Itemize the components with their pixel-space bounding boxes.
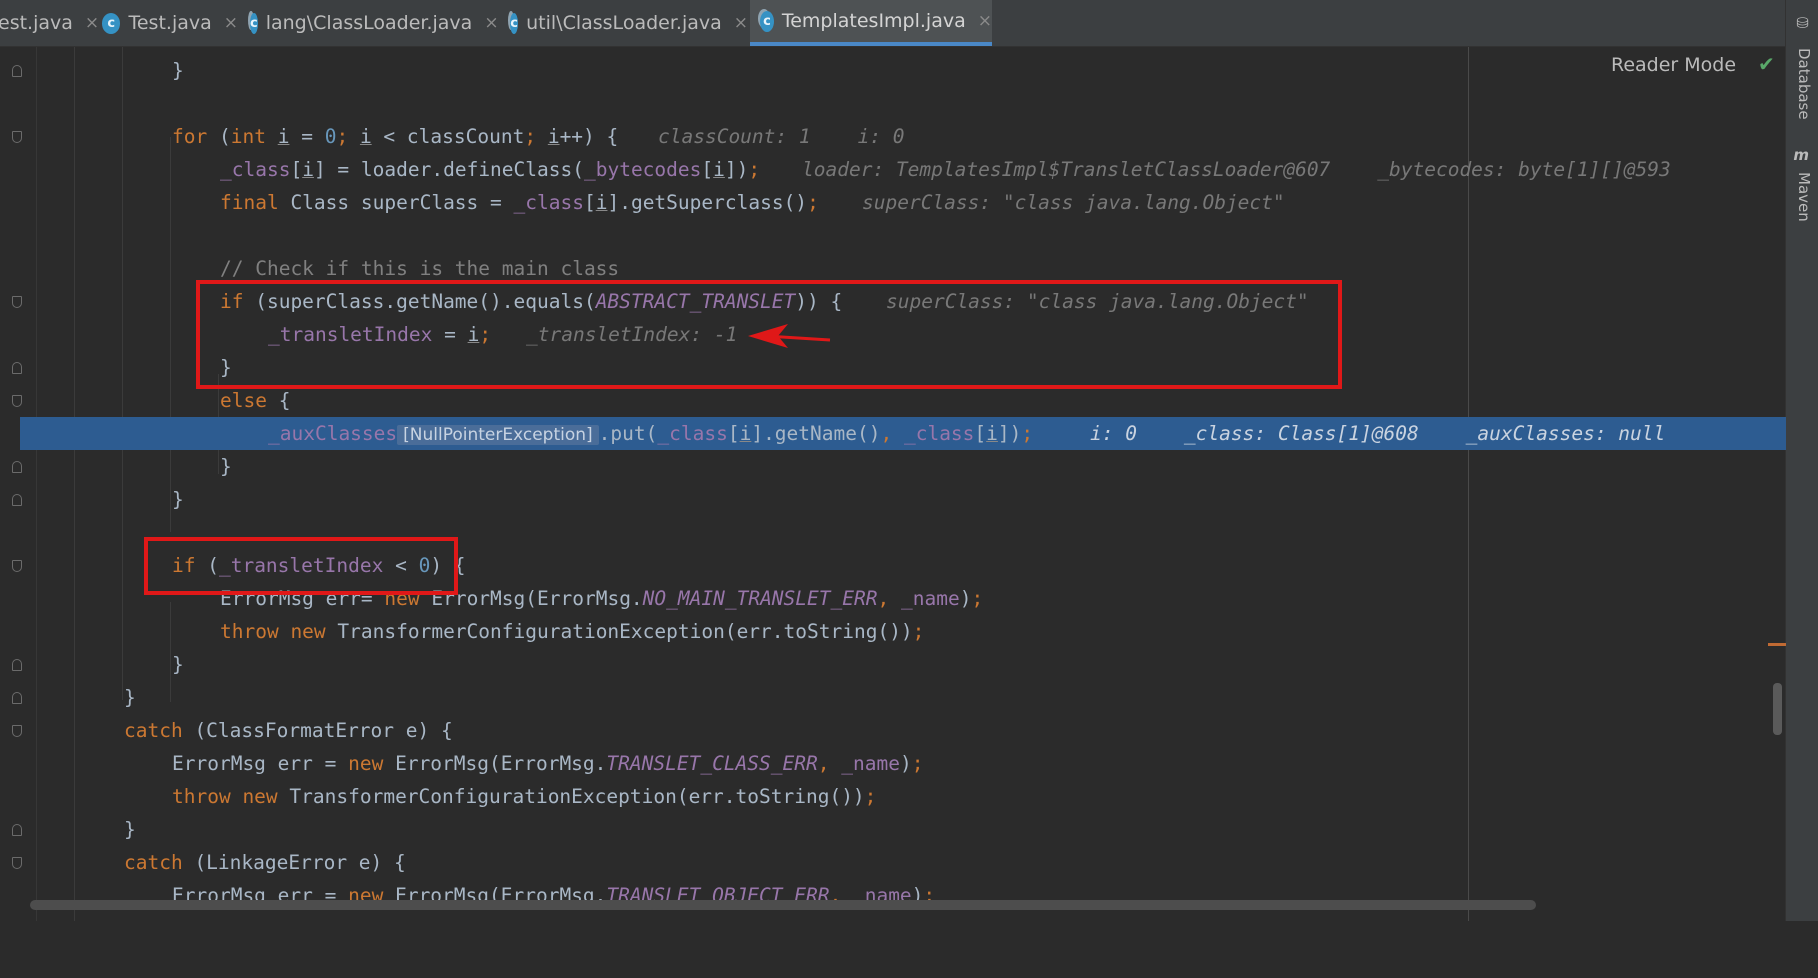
code-text: for (int i = 0; i < classCount; i++) { [172,125,619,148]
tab-templatesimpl[interactable]: c TemplatesImpl.java × [750,0,992,46]
fold-marker[interactable] [12,395,22,407]
fold-marker[interactable] [12,857,22,869]
code-text: _class[i] = loader.defineClass(_bytecode… [220,158,761,181]
editor-tab-bar: est.java × c Test.java × c lang\ClassLoa… [0,0,1786,47]
code-line: } [0,648,1786,681]
annotation-box-translet-check [144,537,458,595]
annotation-arrow-icon [748,324,831,348]
code-text: catch (LinkageError e) { [124,851,406,874]
close-icon[interactable]: × [224,13,238,33]
fold-marker[interactable] [12,725,22,737]
code-text: _auxClasses [NullPointerException] .put(_c… [268,422,1034,445]
code-line: } [0,483,1786,516]
database-icon: ⛁ [1796,14,1809,32]
tab-util-classloader[interactable]: c util\ClassLoader.java × [500,0,748,46]
debug-inline-value: classCount: 1 i: 0 [658,125,905,148]
fold-marker[interactable] [12,692,22,704]
right-tool-strip: ⛁ Database m Maven [1785,0,1818,921]
code-text: throw new TransformerConfigurationExcept… [220,620,925,643]
code-text: } [220,455,232,478]
tab-label: lang\ClassLoader.java [265,12,473,34]
class-icon: c [102,12,121,34]
fold-marker[interactable] [12,494,22,506]
horizontal-scrollbar[interactable] [30,900,1536,910]
tab-lang-classloader[interactable]: c lang\ClassLoader.java × [240,0,499,46]
code-text: } [124,686,136,709]
fold-marker[interactable] [12,296,22,308]
tab-label: Test.java [128,12,212,34]
error-stripe-mark[interactable] [1768,643,1786,646]
tab-test-partial[interactable]: est.java × [0,0,99,46]
code-line: } [0,450,1786,483]
code-text: } [124,818,136,841]
code-line: ErrorMsg err = new ErrorMsg(ErrorMsg.TRA… [0,747,1786,780]
tab-label: TemplatesImpl.java [781,10,966,32]
fold-marker[interactable] [12,824,22,836]
code-line: catch (ClassFormatError e) { [0,714,1786,747]
fold-marker[interactable] [12,362,22,374]
library-class-icon: c [250,12,258,34]
library-class-icon: c [760,10,774,32]
close-icon[interactable]: × [734,13,748,33]
library-class-icon: c [510,12,519,34]
tab-label: util\ClassLoader.java [526,12,722,34]
code-editor[interactable]: } for (int i = 0; i < classCount; i++) {… [0,47,1786,921]
exception-badge[interactable]: [NullPointerException] [397,425,599,445]
reader-mode-button[interactable]: Reader Mode [1611,54,1736,76]
code-line: throw new TransformerConfigurationExcept… [0,615,1786,648]
code-line: for (int i = 0; i < classCount; i++) { c… [0,120,1786,153]
tab-test-java[interactable]: c Test.java × [92,0,238,46]
database-tool-button[interactable]: Database [1795,48,1813,120]
fold-marker[interactable] [12,65,22,77]
code-text: } [172,59,184,82]
code-line: } [0,54,1786,87]
close-icon[interactable]: × [484,13,498,33]
code-text: final Class superClass = _class[i].getSu… [220,191,819,214]
code-text: ErrorMsg err = new ErrorMsg(ErrorMsg.TRA… [172,752,924,775]
code-line: final Class superClass = _class[i].getSu… [0,186,1786,219]
tab-label: est.java [0,12,73,34]
code-line: throw new TransformerConfigurationExcept… [0,780,1786,813]
code-text: catch (ClassFormatError e) { [124,719,453,742]
maven-icon: m [1793,146,1809,164]
debug-inline-value: loader: TemplatesImpl$TransletClassLoade… [802,158,1671,181]
fold-marker[interactable] [12,131,22,143]
fold-marker[interactable] [12,560,22,572]
code-line: } [0,813,1786,846]
code-line: catch (LinkageError e) { [0,846,1786,879]
close-icon[interactable]: × [978,11,992,31]
debug-inline-value: i: 0 _class: Class[1]@608 _auxClasses: n… [1090,422,1666,445]
debug-inline-value: superClass: "class java.lang.Object" [862,191,1285,214]
code-line: _class[i] = loader.defineClass(_bytecode… [0,153,1786,186]
code-text: } [172,653,184,676]
maven-tool-button[interactable]: Maven [1795,172,1813,222]
check-icon: ✔ [1758,52,1775,76]
fold-marker[interactable] [12,659,22,671]
current-execution-line: _auxClasses [NullPointerException] .put(_c… [20,417,1786,450]
fold-marker[interactable] [12,461,22,473]
code-text: throw new TransformerConfigurationExcept… [172,785,877,808]
code-line: } [0,681,1786,714]
vertical-scrollbar[interactable] [1773,683,1782,735]
code-text: } [172,488,184,511]
